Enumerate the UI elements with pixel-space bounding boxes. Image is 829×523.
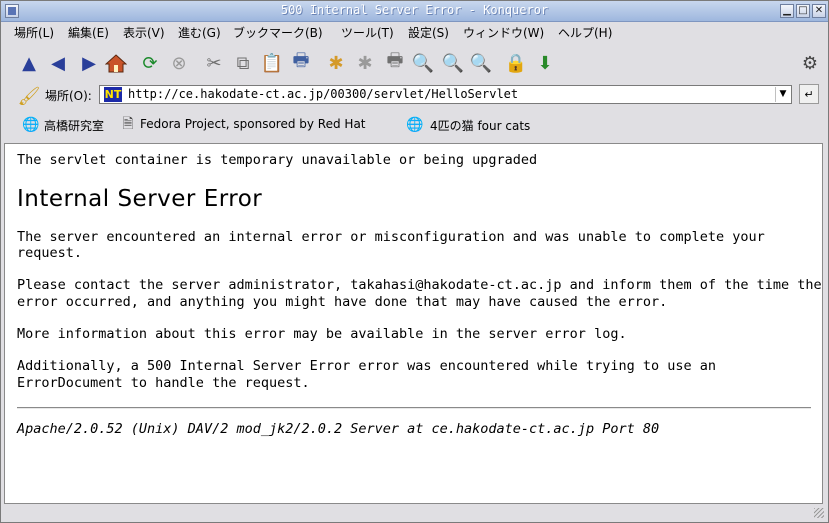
menu-help[interactable]: ヘルプ(H) <box>558 24 612 41</box>
menu-location[interactable]: 場所(L) <box>14 24 54 41</box>
paragraph-2-line-2: error occurred, and anything you might h… <box>17 294 668 310</box>
resize-grip-icon[interactable] <box>814 508 824 518</box>
home-icon[interactable] <box>105 52 127 74</box>
zoom-out-icon[interactable]: 🔍 <box>470 52 492 74</box>
location-label: 場所(O): <box>45 89 92 103</box>
security-lock-icon[interactable]: 🔒 <box>505 52 527 74</box>
chevron-down-icon: ▼ <box>779 89 787 99</box>
site-favicon: NT <box>104 87 122 102</box>
clear-location-icon[interactable]: 🖌 <box>18 85 41 107</box>
menu-window[interactable]: ウィンドウ(W) <box>463 24 544 41</box>
paste-icon[interactable]: 📋 <box>261 52 283 74</box>
copy-icon[interactable]: ⧉ <box>232 52 254 74</box>
stop-icon[interactable]: ⊗ <box>168 52 190 74</box>
konqueror-gear-icon[interactable]: ⚙ <box>799 52 821 74</box>
back-icon[interactable]: ◀ <box>47 52 69 74</box>
print-icon[interactable]: 🖶 <box>290 50 312 74</box>
menu-bar: 場所(L) 編集(E) 表示(V) 進む(G) ブックマーク(B) ツール(T)… <box>0 21 827 42</box>
menu-settings[interactable]: 設定(S) <box>408 24 449 41</box>
main-toolbar: ▲ ◀ ▶ ⟳ ⊗ ✂ ⧉ 📋 🖶 ✱ ✱ 🖶 🔍 🔍 🔍 🔒 ⬇ ⚙ <box>0 44 827 80</box>
paragraph-3: More information about this error may be… <box>17 326 627 342</box>
url-text[interactable]: http://ce.hakodate-ct.ac.jp/00300/servle… <box>128 87 518 101</box>
find-icon[interactable]: 🔍 <box>412 52 434 74</box>
paragraph-1-line-2: request. <box>17 245 83 261</box>
page-view[interactable]: The servlet container is temporary unava… <box>4 143 823 504</box>
close-button[interactable]: ✕ <box>812 4 826 18</box>
paragraph-2-line-1: Please contact the server administrator,… <box>17 277 822 293</box>
maximize-button[interactable]: □ <box>796 4 810 18</box>
menu-bookmarks[interactable]: ブックマーク(B) <box>233 24 323 41</box>
forward-icon[interactable]: ▶ <box>78 52 100 74</box>
paragraph-1-line-1: The server encountered an internal error… <box>17 229 765 245</box>
minimize-button[interactable]: ▁ <box>780 4 794 18</box>
title-bar[interactable]: 500 Internal Server Error - Konqueror ▁ … <box>1 1 828 22</box>
bookmark-four-cats[interactable]: 4匹の猫 four cats <box>430 117 530 134</box>
enter-icon: ↵ <box>804 87 814 101</box>
bookmark-remove-icon[interactable]: ✱ <box>354 52 376 74</box>
bookmark-takahashi-lab[interactable]: 高橋研究室 <box>44 117 104 134</box>
bookmark-add-icon[interactable]: ✱ <box>325 52 347 74</box>
window-title: 500 Internal Server Error - Konqueror <box>280 3 549 17</box>
bookmark-globe-icon: 🌐 <box>406 117 424 133</box>
reload-icon[interactable]: ⟳ <box>139 52 161 74</box>
cut-icon[interactable]: ✂ <box>203 52 225 74</box>
up-icon[interactable]: ▲ <box>18 52 40 74</box>
go-button[interactable]: ↵ <box>799 84 819 104</box>
print-frame-icon[interactable]: 🖶 <box>384 50 406 74</box>
bookmark-page-icon: 🗎 <box>122 116 134 132</box>
menu-tools[interactable]: ツール(T) <box>341 24 394 41</box>
url-input[interactable]: NT http://ce.hakodate-ct.ac.jp/00300/ser… <box>99 85 792 104</box>
download-icon[interactable]: ⬇ <box>534 52 556 74</box>
menu-view[interactable]: 表示(V) <box>123 24 165 41</box>
url-history-dropdown[interactable]: ▼ <box>775 87 790 102</box>
maximize-icon: □ <box>798 5 808 16</box>
horizontal-rule <box>17 407 811 409</box>
minimize-icon: ▁ <box>783 5 791 16</box>
notice-text: The servlet container is temporary unava… <box>17 152 538 168</box>
server-signature: Apache/2.0.52 (Unix) DAV/2 mod_jk2/2.0.2… <box>17 421 660 437</box>
zoom-in-icon[interactable]: 🔍 <box>442 52 464 74</box>
paragraph-4-line-2: ErrorDocument to handle the request. <box>17 375 310 391</box>
status-bar <box>0 505 827 521</box>
paragraph-4-line-1: Additionally, a 500 Internal Server Erro… <box>17 358 716 374</box>
bookmark-fedora[interactable]: Fedora Project, sponsored by Red Hat <box>140 117 366 131</box>
close-icon: ✕ <box>814 5 824 16</box>
menu-edit[interactable]: 編集(E) <box>68 24 109 41</box>
error-heading: Internal Server Error <box>17 186 263 212</box>
menu-go[interactable]: 進む(G) <box>178 24 221 41</box>
bookmark-globe-icon: 🌐 <box>22 117 40 133</box>
